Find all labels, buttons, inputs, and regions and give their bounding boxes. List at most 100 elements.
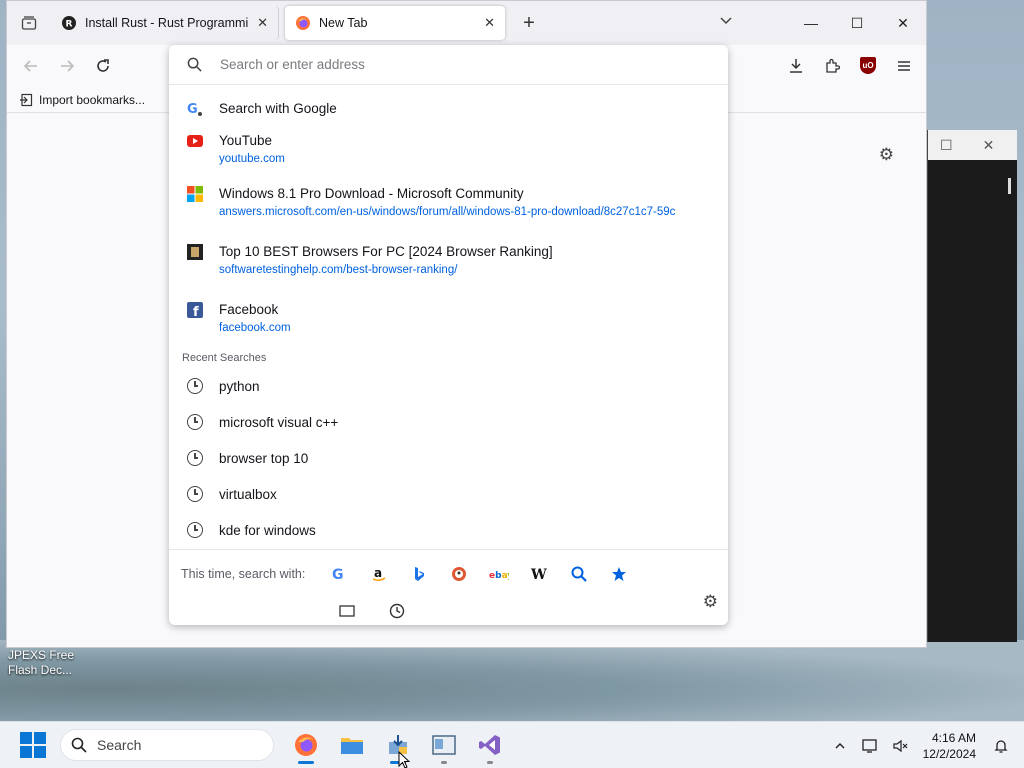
recent-search-row[interactable]: virtualbox bbox=[177, 476, 720, 512]
close-button[interactable]: ✕ bbox=[880, 1, 926, 45]
window-app-icon bbox=[432, 735, 456, 755]
taskbar-search-label: Search bbox=[97, 737, 142, 753]
tab-label: Install Rust - Rust Programming bbox=[85, 16, 250, 30]
close-tab-icon[interactable]: ✕ bbox=[257, 15, 268, 31]
tab-list-button[interactable] bbox=[7, 1, 51, 45]
result-url: softwaretestinghelp.com/best-browser-ran… bbox=[219, 264, 458, 276]
recent-search-row[interactable]: kde for windows bbox=[177, 512, 720, 548]
reload-button[interactable] bbox=[85, 50, 121, 82]
youtube-icon bbox=[187, 133, 203, 149]
forward-button[interactable] bbox=[49, 50, 85, 82]
import-bookmarks-link[interactable]: Import bookmarks... bbox=[39, 93, 145, 107]
search-icon bbox=[187, 57, 202, 72]
wikipedia-engine-icon[interactable]: W bbox=[519, 560, 559, 588]
back-arrow-icon bbox=[23, 60, 37, 72]
recent-search-row[interactable]: python bbox=[177, 368, 720, 404]
recent-search-row[interactable]: microsoft visual c++ bbox=[177, 404, 720, 440]
result-row[interactable]: Top 10 BEST Browsers For PC [2024 Browse… bbox=[177, 238, 720, 282]
tab-label: New Tab bbox=[319, 16, 368, 30]
ebay-engine-icon[interactable]: ebay bbox=[479, 560, 519, 588]
taskbar-visual-studio[interactable] bbox=[468, 725, 512, 765]
recent-search-text: kde for windows bbox=[219, 522, 316, 538]
bing-engine-icon[interactable] bbox=[399, 560, 439, 588]
new-tab-button[interactable]: + bbox=[509, 12, 549, 35]
search-with-label: This time, search with: bbox=[181, 567, 306, 581]
close-icon[interactable]: ✕ bbox=[983, 137, 995, 154]
tab-list-icon bbox=[21, 16, 37, 30]
tab-bar: R Install Rust - Rust Programming ✕ New … bbox=[7, 1, 926, 45]
result-url: facebook.com bbox=[219, 322, 291, 334]
svg-text:f: f bbox=[193, 305, 199, 318]
amazon-engine-icon[interactable]: a bbox=[359, 560, 399, 588]
start-button[interactable] bbox=[20, 732, 46, 758]
engine-row: This time, search with: G a ebay W bbox=[169, 550, 728, 598]
bookmarks-star-icon[interactable] bbox=[599, 560, 639, 588]
taskbar-search[interactable]: Search bbox=[60, 729, 274, 761]
microsoft-icon bbox=[187, 186, 203, 202]
downloads-button[interactable] bbox=[780, 50, 812, 82]
mouse-pointer-icon bbox=[398, 750, 411, 768]
svg-text:R: R bbox=[66, 20, 73, 30]
volume-muted-icon[interactable] bbox=[885, 738, 915, 754]
search-icon bbox=[71, 737, 87, 753]
ublock-origin-icon[interactable]: uO bbox=[860, 57, 876, 74]
result-row[interactable]: Windows 8.1 Pro Download - Microsoft Com… bbox=[177, 180, 720, 224]
import-icon bbox=[20, 93, 33, 106]
tabs-icon[interactable] bbox=[327, 597, 367, 625]
chevron-down-icon[interactable] bbox=[719, 13, 733, 30]
address-input-placeholder[interactable]: Search or enter address bbox=[220, 57, 365, 72]
notification-bell-icon[interactable] bbox=[986, 738, 1016, 754]
svg-text:W: W bbox=[530, 567, 547, 582]
background-window-titlebar[interactable]: ☐ ✕ bbox=[928, 130, 1017, 160]
taskbar-window-app[interactable] bbox=[422, 725, 466, 765]
taskbar-firefox[interactable] bbox=[284, 725, 328, 765]
gear-icon[interactable]: ⚙ bbox=[879, 145, 894, 165]
history-clock-icon bbox=[187, 414, 203, 430]
clock-time: 4:16 AM bbox=[931, 730, 976, 745]
address-bar[interactable]: Search or enter address bbox=[169, 45, 728, 85]
forward-arrow-icon bbox=[61, 60, 75, 72]
chevron-up-icon[interactable] bbox=[825, 740, 855, 752]
result-row[interactable]: f Facebook facebook.com bbox=[177, 296, 720, 340]
tab-install-rust[interactable]: R Install Rust - Rust Programming ✕ bbox=[51, 6, 279, 40]
firefox-icon bbox=[295, 734, 317, 756]
history-clock-icon bbox=[187, 486, 203, 502]
extensions-button[interactable] bbox=[816, 50, 848, 82]
search-engine-footer: This time, search with: G a ebay W bbox=[169, 549, 728, 625]
taskbar-file-explorer[interactable] bbox=[330, 725, 374, 765]
recent-searches-label: Recent Searches bbox=[182, 352, 267, 364]
svg-text:ebay: ebay bbox=[489, 571, 509, 580]
menu-button[interactable] bbox=[888, 50, 920, 82]
background-window[interactable]: ☐ ✕ bbox=[927, 130, 1017, 642]
search-engine-icon[interactable] bbox=[559, 560, 599, 588]
history-clock-icon bbox=[187, 522, 203, 538]
hamburger-icon bbox=[898, 61, 910, 71]
recent-search-text: browser top 10 bbox=[219, 450, 309, 466]
sth-icon bbox=[187, 244, 203, 260]
nav-right-actions: uO bbox=[780, 50, 920, 82]
search-settings-gear-icon[interactable]: ⚙ bbox=[703, 592, 718, 612]
back-button[interactable] bbox=[13, 50, 49, 82]
result-url: youtube.com bbox=[219, 153, 285, 165]
search-with-google-row[interactable]: G Search with Google bbox=[177, 91, 720, 127]
maximize-icon[interactable]: ☐ bbox=[940, 137, 953, 154]
network-icon[interactable] bbox=[855, 738, 885, 754]
duckduckgo-engine-icon[interactable] bbox=[439, 560, 479, 588]
recent-search-row[interactable]: browser top 10 bbox=[177, 440, 720, 476]
tab-new-tab[interactable]: New Tab ✕ bbox=[285, 6, 505, 40]
clock[interactable]: 4:16 AM 12/2/2024 bbox=[915, 730, 986, 762]
urlbar-dropdown: Search or enter address G Search with Go… bbox=[169, 45, 728, 625]
close-tab-icon[interactable]: ✕ bbox=[484, 15, 495, 31]
minimize-button[interactable]: — bbox=[788, 1, 834, 45]
history-clock-icon bbox=[187, 450, 203, 466]
history-icon[interactable] bbox=[377, 597, 417, 625]
scrollbar-thumb[interactable] bbox=[1008, 178, 1011, 194]
recent-search-text: python bbox=[219, 378, 260, 394]
svg-text:a: a bbox=[374, 566, 382, 580]
maximize-button[interactable]: ☐ bbox=[834, 1, 880, 45]
desktop-icon-label[interactable]: JPEXS Free Flash Dec... bbox=[8, 648, 78, 678]
google-engine-icon[interactable]: G bbox=[319, 560, 359, 588]
system-tray: 4:16 AM 12/2/2024 bbox=[825, 722, 1024, 768]
result-row[interactable]: YouTube youtube.com bbox=[177, 127, 720, 171]
svg-text:G: G bbox=[332, 567, 344, 582]
